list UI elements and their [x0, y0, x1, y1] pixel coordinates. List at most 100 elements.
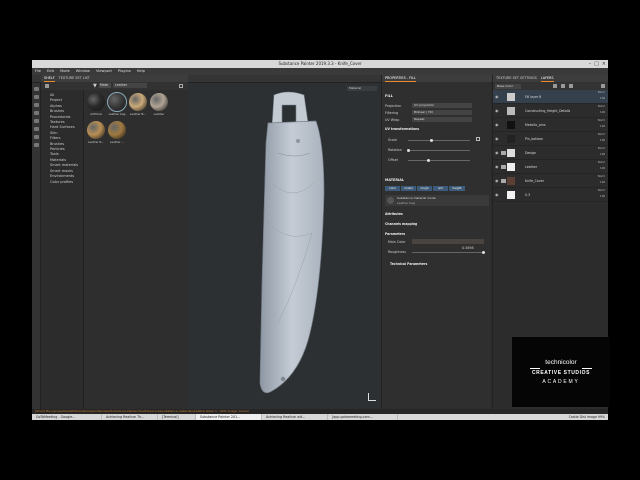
eye-icon[interactable]: ◉	[495, 151, 499, 155]
taskbar-item[interactable]: Achieving Realism wit...	[262, 414, 328, 420]
channels-mapping-header[interactable]: Channels mapping	[385, 222, 417, 226]
layer-row[interactable]: ◉ Design Norm 100	[493, 146, 608, 160]
maximize-icon[interactable]: □	[594, 60, 599, 68]
parameters-header[interactable]: Parameters	[385, 232, 405, 236]
eye-icon[interactable]: ◉	[495, 109, 499, 113]
technical-parameters-header[interactable]: Technical Parameters	[390, 262, 427, 266]
menu-edit[interactable]: Edit	[47, 68, 54, 75]
channel-toggle-rough[interactable]: rough	[417, 186, 432, 191]
layer-opacity[interactable]: 100	[600, 97, 605, 101]
projection-tool-icon[interactable]	[33, 103, 39, 107]
taskbar-item[interactable]: Achieving Realism Th...	[102, 414, 158, 420]
add-folder-icon[interactable]	[569, 84, 573, 88]
layer-opacity[interactable]: 100	[600, 195, 605, 199]
tab-texture-set-list[interactable]: TEXTURE SET LIST	[59, 75, 90, 82]
filter-chip[interactable]: Mate	[99, 83, 111, 88]
filter-icon[interactable]: ▼	[93, 83, 97, 89]
layer-blend-mode[interactable]: Norm	[598, 147, 605, 151]
layer-blend-mode[interactable]: Norm	[598, 189, 605, 193]
material-thumbnail[interactable]: Leather bag	[107, 92, 127, 121]
search-input[interactable]: Leather	[113, 83, 147, 88]
roughness-slider-handle[interactable]	[482, 251, 485, 254]
layer-row[interactable]: ◉ Knife_Cover Norm 100	[493, 174, 608, 188]
material-picker-icon[interactable]	[33, 143, 39, 147]
menu-plugins[interactable]: Plugins	[118, 68, 131, 75]
roughness-value[interactable]: 0.5898	[462, 246, 474, 250]
tab-shelf[interactable]: SHELF	[44, 75, 55, 82]
layer-row[interactable]: ◉ Constructing_Height_Details Norm 100	[493, 104, 608, 118]
eye-icon[interactable]: ◉	[495, 137, 499, 141]
layer-name[interactable]: Fill layer 8	[525, 95, 541, 99]
material-thumbnail[interactable]: Leather R...	[86, 121, 106, 149]
layer-blend-mode[interactable]: Norm	[598, 161, 605, 165]
close-icon[interactable]: ×	[602, 60, 606, 68]
offset-slider-handle[interactable]	[427, 159, 430, 162]
layer-blend-mode[interactable]: Norm	[598, 175, 605, 179]
clone-tool-icon[interactable]	[33, 127, 39, 131]
offset-slider[interactable]	[408, 160, 470, 161]
menu-viewport[interactable]: Viewport	[96, 68, 112, 75]
layer-row[interactable]: ◉ Pin_bottom Norm 100	[493, 132, 608, 146]
lock-icon[interactable]	[476, 137, 480, 141]
layer-name[interactable]: Design	[525, 151, 536, 155]
menu-help[interactable]: Help	[137, 68, 145, 75]
geometry-decal-icon[interactable]	[33, 111, 39, 115]
tab-properties-fill[interactable]: PROPERTIES - FILL	[385, 75, 416, 82]
rotation-slider-handle[interactable]	[407, 149, 410, 152]
layer-name[interactable]: Pin_bottom	[525, 137, 543, 141]
smudge-tool-icon[interactable]	[33, 119, 39, 123]
channel-toggle-color[interactable]: color	[385, 186, 400, 191]
polygon-fill-icon[interactable]	[33, 135, 39, 139]
menu-file[interactable]: File	[35, 68, 41, 75]
rotation-slider[interactable]	[408, 150, 470, 151]
eye-icon[interactable]: ◉	[495, 165, 499, 169]
layer-name[interactable]: Leather	[525, 165, 537, 169]
layer-blend-mode[interactable]: Norm	[598, 91, 605, 95]
layer-opacity[interactable]: 100	[600, 153, 605, 157]
uvwrap-select[interactable]: Repeat	[412, 117, 472, 122]
layer-blend-mode[interactable]: Norm	[598, 119, 605, 123]
taskbar-item[interactable]: [app.gotomeeting.com...	[328, 414, 398, 420]
scale-slider-handle[interactable]	[430, 139, 433, 142]
tab-layers[interactable]: LAYERS	[540, 75, 554, 82]
tab-texture-set-settings[interactable]: TEXTURE SET SETTINGS	[496, 75, 537, 82]
filtering-select[interactable]: Bilinear | HQ	[412, 110, 472, 115]
material-thumbnail[interactable]: Leather	[149, 93, 169, 121]
layer-opacity[interactable]: 100	[600, 111, 605, 115]
main-color-swatch[interactable]	[412, 239, 484, 244]
add-layer-icon[interactable]	[553, 84, 557, 88]
uv-transformations-header[interactable]: UV transformations	[385, 127, 419, 131]
projection-select[interactable]: UV projection	[412, 103, 472, 108]
layer-blend-mode[interactable]: Norm	[598, 105, 605, 109]
material-thumbnail[interactable]: Artificial	[86, 93, 106, 121]
eye-icon[interactable]: ◉	[495, 179, 499, 183]
category-item[interactable]: Color profiles	[41, 180, 83, 185]
layer-opacity[interactable]: 100	[600, 167, 605, 171]
layer-row[interactable]: ◉ Fill layer 8 Norm 100	[493, 90, 608, 104]
layer-name[interactable]: Metallic_pins	[525, 123, 546, 127]
substance-material-card[interactable]: Substance material mode Leather bag	[385, 195, 489, 206]
delete-layer-icon[interactable]	[601, 84, 605, 88]
layer-blend-mode[interactable]: Norm	[598, 133, 605, 137]
roughness-slider[interactable]	[412, 252, 484, 253]
taskbar-item[interactable]: GoToMeeting - Google...	[32, 414, 102, 420]
menu-window[interactable]: Window	[76, 68, 90, 75]
scale-slider[interactable]	[408, 140, 470, 141]
eye-icon[interactable]: ◉	[495, 95, 499, 99]
attributes-header[interactable]: Attributes	[385, 212, 403, 216]
minimize-icon[interactable]: –	[589, 60, 592, 68]
knife-cover-model[interactable]	[188, 83, 381, 409]
eraser-tool-icon[interactable]	[33, 95, 39, 99]
layer-name[interactable]: Knife_Cover	[525, 179, 544, 183]
menu-mode[interactable]: Mode	[60, 68, 70, 75]
layer-row[interactable]: ◉ Leather Norm 100	[493, 160, 608, 174]
taskbar-item[interactable]: Substance Painter 201...	[196, 414, 262, 420]
material-thumbnail[interactable]: Leather ...	[107, 121, 127, 149]
layer-opacity[interactable]: 100	[600, 125, 605, 129]
channel-select[interactable]: Base Color	[495, 83, 521, 89]
channel-toggle-nrm[interactable]: nrm	[433, 186, 448, 191]
eye-icon[interactable]: ◉	[495, 193, 499, 197]
layer-name[interactable]: 0.3	[525, 193, 530, 197]
layer-opacity[interactable]: 100	[600, 139, 605, 143]
layer-row[interactable]: ◉ Metallic_pins Norm 100	[493, 118, 608, 132]
